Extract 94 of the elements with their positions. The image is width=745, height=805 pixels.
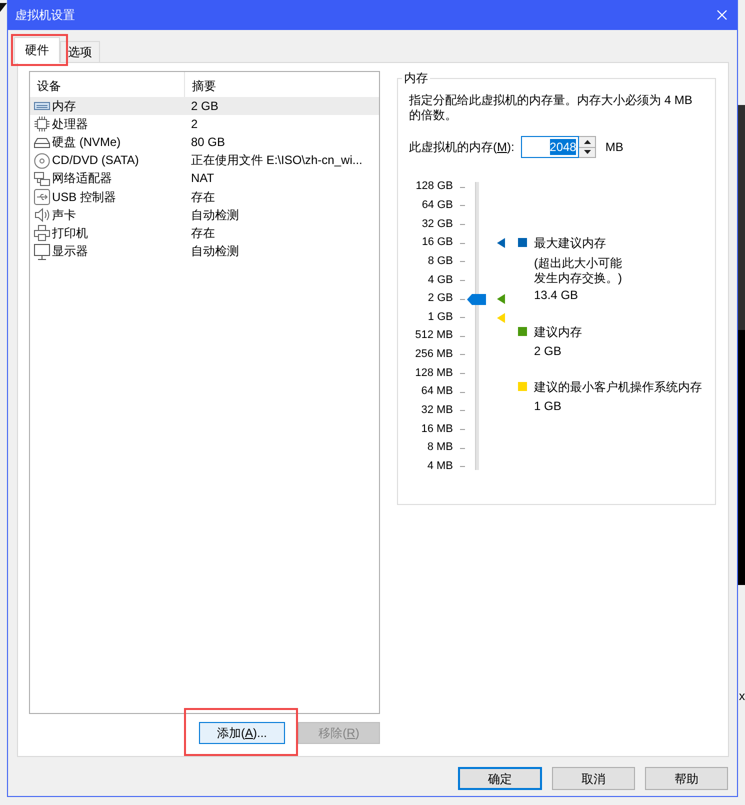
device-name: 处理器 [52,116,88,132]
device-list-row[interactable]: 处理器 2 [30,115,379,134]
tick-mark [460,373,465,374]
scale-label: 32 MB [421,404,453,418]
device-name: 声卡 [52,208,76,223]
scale-label: 16 GB [422,236,453,250]
network-computers-icon [34,170,50,187]
tick-mark [460,224,465,226]
unit-label: MB [605,140,624,154]
tick-mark [460,205,465,206]
device-list-row[interactable]: CD/DVD (SATA) 正在使用文件 E:\ISO\zh-cn_wi... [30,152,379,170]
dialog-button[interactable]: 确定 [458,767,542,790]
device-list-row[interactable]: 声卡 自动检测 [30,206,379,224]
scale-label: 8 GB [428,254,453,269]
tick-mark [460,448,465,449]
printer-icon [34,225,50,242]
usb-icon [34,189,50,206]
scale-label: 256 MB [415,348,453,362]
legend-label: 建议内存 [534,324,582,340]
tab[interactable]: 硬件 [14,37,60,63]
tick-mark [460,392,465,393]
tick-mark [460,186,465,188]
tick-mark [460,410,465,412]
legend-value: 2 GB [534,342,562,360]
tick-mark [460,242,465,244]
triangle-icon [0,3,7,12]
device-name: 网络适配器 [52,171,112,186]
group-title: 内存 [403,71,429,86]
device-list-row[interactable]: 显示器 自动检测 [30,242,379,261]
device-list-row[interactable]: 内存 2 GB [30,97,379,116]
device-summary: 自动检测 [191,244,239,260]
legend-note: (超出此大小可能发生内存交换。) [534,256,623,286]
device-name: USB 控制器 [52,190,116,205]
scale-label: 8 MB [427,441,453,455]
device-name: CD/DVD (SATA) [52,153,139,168]
slider-thumb[interactable] [467,294,486,305]
device-name: 硬盘 (NVMe) [52,134,121,150]
speaker-icon [34,207,50,224]
spin-down-button[interactable] [579,146,596,157]
close-icon[interactable] [717,10,727,20]
device-summary: 正在使用文件 E:\ISO\zh-cn_wi... [191,153,362,168]
caret-down-icon [584,150,591,154]
background-text: x [738,689,745,703]
memory-size-field[interactable]: 2048 [521,136,580,158]
device-summary: 2 GB [191,98,218,114]
device-list-row[interactable]: USB 控制器 存在 [30,188,379,206]
scale-label: 512 MB [415,329,453,344]
scale-label: 128 MB [415,366,453,380]
disc-icon [34,152,50,169]
tick-mark [460,298,465,300]
scale-label: 1 GB [428,310,453,325]
device-summary: 存在 [191,226,215,241]
device-list-row[interactable]: 打印机 存在 [30,224,379,242]
device-summary: 80 GB [191,134,226,150]
monitor-icon [34,244,50,260]
device-summary: 自动检测 [191,208,239,223]
tick-mark [460,317,465,318]
caret-up-icon [584,140,591,144]
tab[interactable]: 选项 [60,41,100,62]
device-summary: NAT [191,171,214,186]
device-name: 内存 [52,98,76,114]
scale-label: 4 GB [428,274,453,288]
legend-label: 最大建议内存 [534,235,607,252]
device-name: 显示器 [52,244,88,260]
tick-mark [460,280,465,281]
legend-value: 1 GB [534,398,562,415]
window-title: 虚拟机设置 [15,8,75,22]
dialog-button[interactable]: 取消 [552,767,635,790]
column-header[interactable]: 设备 [30,72,184,97]
scale-label: 4 MB [427,460,453,474]
tick-mark [460,354,465,356]
device-summary: 2 [191,116,198,132]
tick-mark [460,336,465,337]
scale-label: 32 GB [422,218,453,232]
dialog-button[interactable]: 帮助 [645,767,728,790]
device-name: 打印机 [52,226,88,241]
scale-label: 2 GB [428,292,453,306]
tick-mark [460,466,465,468]
scale-label: 64 GB [422,199,453,213]
scale-label: 16 MB [421,422,453,436]
description-text: 指定分配给此虚拟机的内存量。内存大小必须为 4 MB 的倍数。 [409,93,694,123]
list-action-button[interactable]: 添加(A)... [199,722,285,744]
spin-up-button[interactable] [579,137,596,146]
scale-label: 128 GB [416,180,453,194]
field-label: 此虚拟机的内存(M): [409,140,514,154]
tick-mark [460,261,465,262]
scale-label: 64 MB [421,385,453,400]
chip-icon [34,116,50,132]
legend-label: 建议的最小客户机操作系统内存 [534,379,702,396]
legend-value: 13.4 GB [534,287,580,304]
tick-mark [460,428,465,430]
device-list-row[interactable]: 网络适配器 NAT [30,170,379,188]
device-summary: 存在 [191,190,215,205]
device-list-row[interactable]: 硬盘 (NVMe) 80 GB [30,133,379,152]
